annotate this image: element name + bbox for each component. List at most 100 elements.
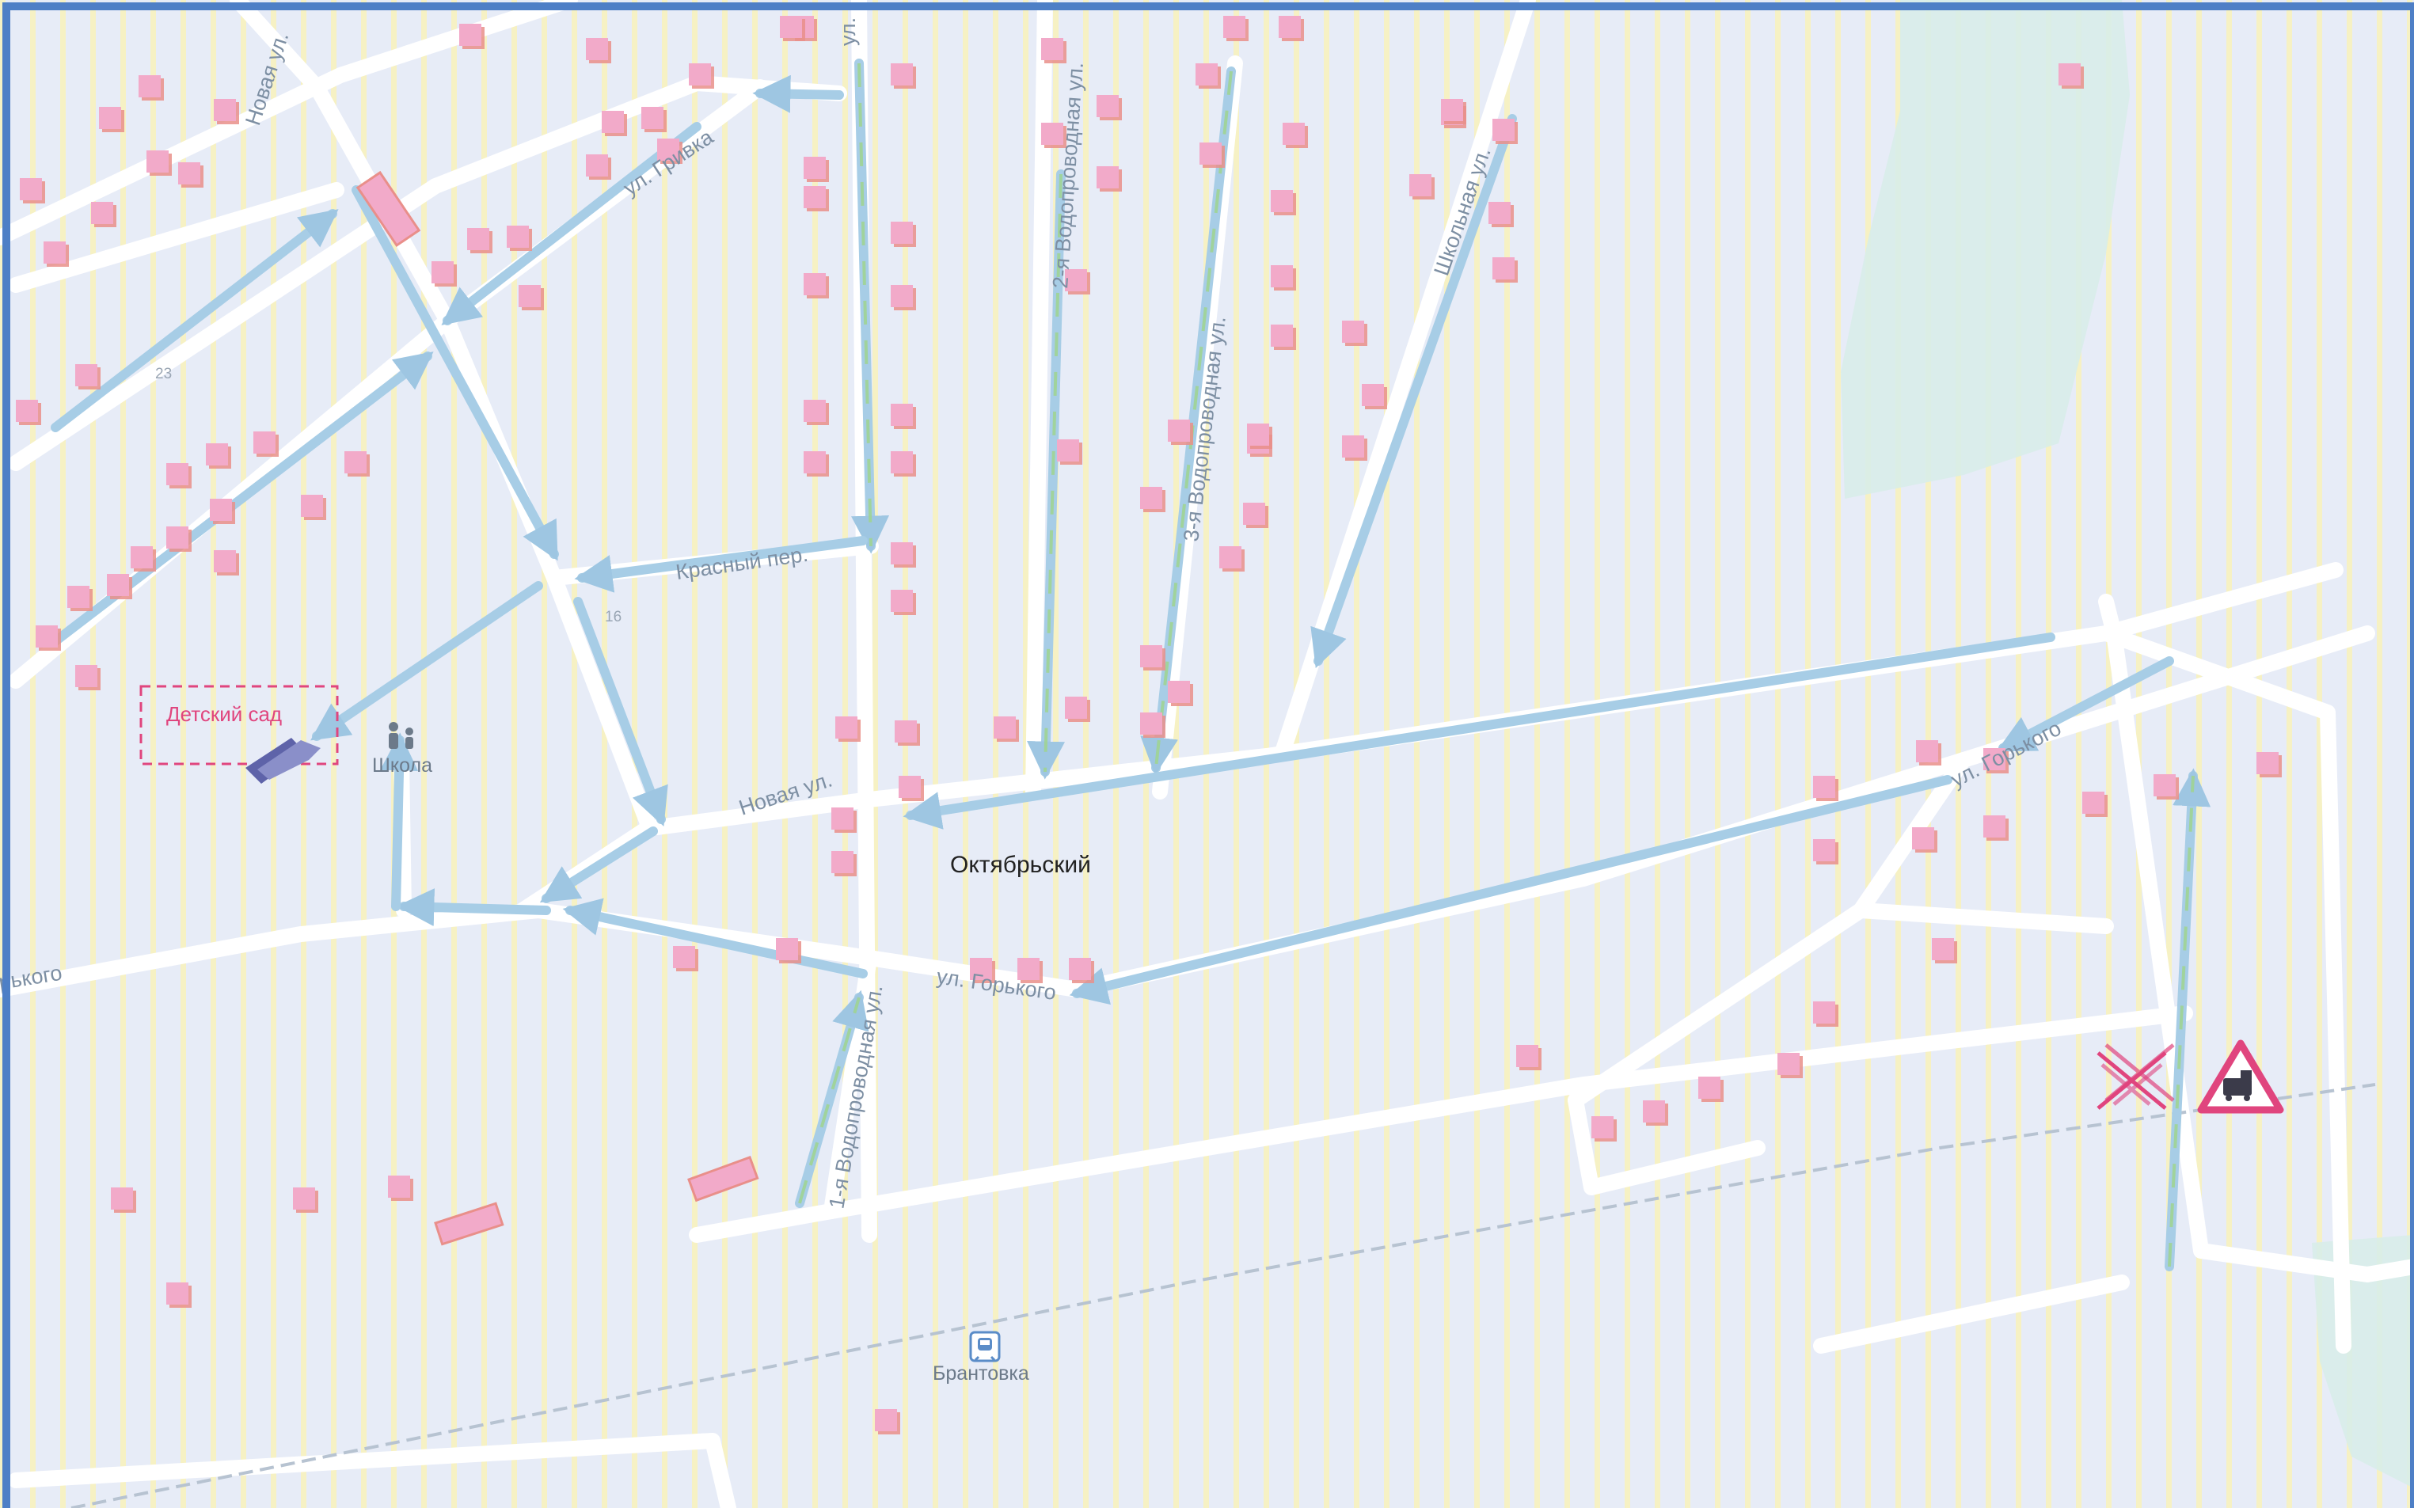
child-head [389, 722, 398, 731]
house [1643, 1100, 1665, 1123]
house [206, 443, 228, 465]
house [1342, 321, 1364, 343]
house [519, 285, 541, 307]
house [1140, 712, 1162, 735]
house [507, 226, 529, 248]
house [602, 111, 624, 133]
warning-train-cab [2241, 1070, 2252, 1080]
warning-train-body [2223, 1078, 2252, 1096]
house [107, 574, 129, 596]
house [804, 451, 826, 473]
house [689, 63, 711, 85]
house [1441, 99, 1463, 121]
house [780, 16, 802, 38]
house [36, 625, 58, 648]
map-canvas[interactable]: Детский сад Школа Брантовка Новая ул. ул… [0, 0, 2414, 1512]
house-number: 23 [155, 366, 172, 382]
house [111, 1187, 133, 1210]
house [301, 495, 323, 517]
house [75, 364, 97, 386]
house [1409, 174, 1431, 196]
house [835, 716, 857, 739]
house [1069, 958, 1091, 980]
house [891, 63, 913, 85]
house [1698, 1077, 1720, 1099]
house [1983, 815, 2005, 838]
house [1168, 420, 1190, 442]
house [1196, 63, 1218, 85]
house [804, 400, 826, 422]
house [1057, 439, 1079, 462]
house [293, 1187, 315, 1210]
train-station-icon [969, 1331, 1001, 1362]
house [1813, 776, 1835, 798]
house [1271, 190, 1293, 212]
house [1813, 1001, 1835, 1024]
house [1041, 38, 1063, 60]
house [178, 162, 200, 184]
house [1813, 839, 1835, 861]
house [2154, 774, 2176, 796]
station-icon-window [980, 1340, 990, 1345]
house [1247, 424, 1269, 446]
house [804, 186, 826, 208]
house [467, 228, 489, 250]
house [166, 463, 188, 485]
house [2059, 63, 2081, 85]
house [2082, 792, 2104, 814]
house [1591, 1116, 1614, 1138]
house [1199, 142, 1222, 165]
house [44, 241, 66, 264]
warning-train-wheel [2226, 1095, 2232, 1101]
house [1283, 123, 1305, 145]
house [344, 451, 367, 473]
house [891, 542, 913, 564]
house [1140, 487, 1162, 509]
child-body [389, 733, 398, 749]
house [388, 1176, 410, 1198]
house [146, 150, 169, 173]
house [1097, 166, 1119, 188]
house [1916, 740, 1938, 762]
route-segment [396, 888, 551, 927]
house [1362, 384, 1384, 406]
house [75, 665, 97, 687]
house [1219, 546, 1241, 568]
house [1492, 257, 1515, 279]
house [1342, 435, 1364, 458]
house [1271, 265, 1293, 287]
house [776, 938, 798, 960]
house [895, 720, 917, 743]
house [1223, 16, 1245, 38]
house [1912, 827, 1934, 849]
district-label: Октябрьский [950, 852, 1091, 878]
house [994, 716, 1016, 739]
house [1065, 697, 1087, 719]
house [891, 404, 913, 426]
house [641, 107, 663, 129]
house [131, 546, 153, 568]
house [20, 178, 42, 200]
house [891, 451, 913, 473]
house [673, 946, 695, 968]
house [1932, 938, 1954, 960]
house-number: 16 [605, 609, 622, 625]
house [91, 202, 113, 224]
house [214, 99, 236, 121]
house [891, 590, 913, 612]
child-body [405, 737, 413, 749]
house [831, 807, 853, 830]
map[interactable]: Детский сад Школа Брантовка Новая ул. ул… [0, 0, 2414, 1512]
station-label: Брантовка [933, 1362, 1029, 1385]
warning-train-wheel [2244, 1095, 2250, 1101]
house [899, 776, 921, 798]
house [1516, 1045, 1538, 1067]
house [831, 851, 853, 873]
house [586, 38, 608, 60]
house [875, 1409, 897, 1431]
house [253, 431, 276, 454]
house [1097, 95, 1119, 117]
house [139, 75, 161, 97]
house [804, 273, 826, 295]
house [459, 24, 481, 46]
